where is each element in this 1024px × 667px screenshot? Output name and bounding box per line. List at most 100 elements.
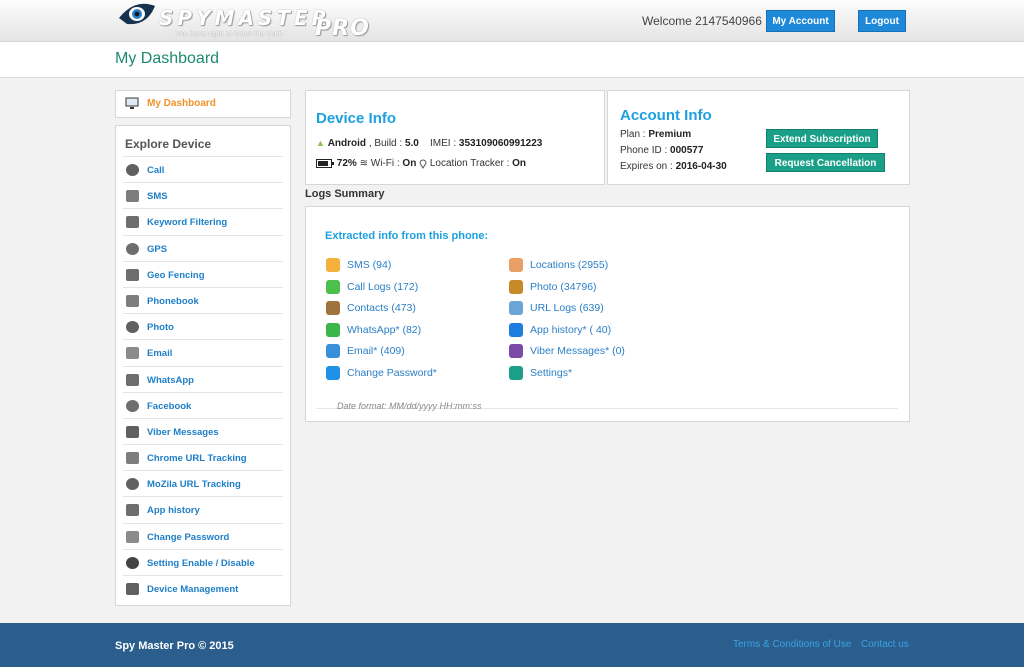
- expires-value: 2016-04-30: [675, 161, 727, 172]
- logo[interactable]: SPYMASTER PRO You have right to know the…: [115, 0, 369, 42]
- welcome-text: Welcome 2147540966: [642, 14, 762, 28]
- sidebar-dashboard-label: My Dashboard: [147, 98, 216, 109]
- lock-icon: [326, 366, 340, 380]
- wifi-icon: ≋: [359, 158, 368, 170]
- contact-link[interactable]: Contact us: [861, 639, 909, 650]
- terms-link[interactable]: Terms & Conditions of Use: [733, 639, 851, 650]
- whatsapp-icon: [126, 373, 139, 386]
- battery-icon: [316, 159, 334, 168]
- viber-icon: [126, 425, 139, 438]
- sidebar-item-call[interactable]: Call: [123, 156, 283, 182]
- extend-subscription-button[interactable]: Extend Subscription: [766, 129, 878, 148]
- phone-icon: [126, 164, 139, 176]
- sidebar-item-label: Chrome URL Tracking: [147, 453, 247, 465]
- sidebar-item-label: Viber Messages: [147, 426, 219, 438]
- firefox-icon: [126, 478, 139, 491]
- logo-tagline: You have right to know the truth: [175, 31, 283, 38]
- sms-icon: [326, 258, 340, 272]
- top-header: SPYMASTER PRO You have right to know the…: [0, 0, 1024, 42]
- log-link-label: Photo (34796): [530, 280, 597, 293]
- sidebar-item-label: Call: [147, 165, 165, 176]
- wifi-value: On: [402, 158, 417, 170]
- sidebar-item-label: Setting Enable / Disable: [147, 557, 255, 569]
- account-info-title: Account Info: [620, 107, 712, 124]
- photo-icon: [509, 279, 523, 294]
- imei-value: 353109060991223: [458, 138, 543, 149]
- log-link-label: SMS (94): [347, 259, 392, 271]
- sidebar-item-label: Geo Fencing: [147, 269, 205, 281]
- eye-logo-icon: [119, 3, 155, 25]
- extracted-info-heading: Extracted info from this phone:: [325, 230, 489, 242]
- sidebar-item-viber-messages[interactable]: Viber Messages: [123, 417, 283, 444]
- sidebar-item-geo-fencing[interactable]: Geo Fencing: [123, 260, 283, 287]
- sidebar-item-phonebook[interactable]: Phonebook: [123, 286, 283, 313]
- log-link-label: URL Logs (639): [530, 302, 604, 315]
- log-link-label: Contacts (473): [347, 302, 416, 315]
- email-icon: [326, 344, 340, 359]
- logo-pro: PRO: [315, 16, 370, 41]
- sidebar-item-label: Facebook: [147, 400, 192, 412]
- geofence-icon: [126, 268, 139, 281]
- sidebar-item-change-password[interactable]: Change Password: [123, 522, 283, 549]
- sidebar-item-device-management[interactable]: Device Management: [123, 575, 283, 601]
- sidebar-item-label: GPS: [147, 243, 168, 255]
- log-link-label: Call Logs (172): [347, 280, 419, 293]
- build-label: , Build :: [368, 138, 403, 149]
- gear-icon: [509, 366, 523, 380]
- sidebar-item-label: Device Management: [147, 584, 239, 595]
- my-account-button[interactable]: My Account: [766, 10, 835, 32]
- sidebar-item-my-dashboard[interactable]: My Dashboard: [115, 90, 291, 118]
- imei-label: IMEI :: [429, 138, 457, 149]
- sidebar-item-whatsapp[interactable]: WhatsApp: [123, 365, 283, 392]
- email-icon: [126, 347, 139, 360]
- log-link-label: Settings*: [530, 367, 573, 379]
- sidebar-item-label: Email: [147, 348, 173, 360]
- device-status-row: 72% ≋ Wi-Fi : On Location Tracker : On: [316, 158, 526, 169]
- sidebar-item-label: App history: [147, 505, 200, 517]
- logs-summary-content: Extracted info from this phone: Date for…: [316, 219, 898, 411]
- sidebar-item-label: Phonebook: [147, 295, 199, 307]
- dropbox-icon: [509, 322, 523, 337]
- sidebar-item-facebook[interactable]: Facebook: [123, 391, 283, 418]
- log-link-label: Email* (409): [347, 345, 405, 358]
- phone-id-label: Phone ID :: [620, 145, 668, 156]
- chrome-icon: [126, 452, 139, 465]
- sidebar-item-label: Keyword Filtering: [147, 217, 228, 229]
- gear-icon: [126, 556, 139, 569]
- log-link-label: App history* ( 40): [530, 323, 612, 336]
- device-info-title: Device Info: [316, 110, 397, 127]
- sidebar-item-chrome-url-tracking[interactable]: Chrome URL Tracking: [123, 444, 283, 470]
- sidebar-item-label: Photo: [147, 322, 174, 334]
- plan-label: Plan :: [620, 129, 646, 140]
- sidebar-item-photo[interactable]: Photo: [123, 313, 283, 339]
- logs-summary-title: Logs Summary: [305, 188, 385, 200]
- sidebar-item-label: SMS: [147, 191, 168, 203]
- sidebar-item-label: MoZila URL Tracking: [147, 479, 241, 491]
- device-icon: [126, 583, 139, 595]
- expires-label: Expires on :: [620, 161, 673, 172]
- device-build-row: ▲ Android , Build : 5.0 IMEI : 353109060…: [316, 138, 542, 149]
- sidebar-item-mozila-url-tracking[interactable]: MoZila URL Tracking: [123, 470, 283, 496]
- sidebar-item-setting-enable-disable[interactable]: Setting Enable / Disable: [123, 548, 283, 575]
- sidebar-item-app-history[interactable]: App history: [123, 496, 283, 522]
- request-cancellation-button[interactable]: Request Cancellation: [766, 153, 885, 172]
- map-pin-icon: [126, 242, 139, 255]
- sidebar-item-label: WhatsApp: [147, 374, 194, 386]
- sidebar-item-email[interactable]: Email: [123, 339, 283, 365]
- location-label: Location Tracker :: [429, 158, 510, 170]
- app-history-icon: [126, 504, 139, 517]
- keyword-icon: [126, 216, 139, 229]
- sidebar-list: Call SMS Keyword Filtering GPS Geo Fencing Ph…: [116, 156, 290, 601]
- battery-value: 72%: [336, 158, 357, 170]
- sidebar-item-keyword-filtering[interactable]: Keyword Filtering: [123, 208, 283, 234]
- plan-row: Plan : Premium: [620, 129, 691, 140]
- page-title: My Dashboard: [115, 50, 220, 67]
- sidebar-item-gps[interactable]: GPS: [123, 234, 283, 261]
- wifi-label: Wi-Fi :: [370, 158, 400, 170]
- call-log-icon: [326, 279, 340, 294]
- logout-button[interactable]: Logout: [858, 10, 906, 32]
- date-format-note: Date format: MM/dd/yyyy HH:mm:ss: [337, 401, 482, 411]
- account-info-panel: Account Info Plan : Premium Phone ID : 0…: [607, 90, 910, 185]
- sidebar-item-sms[interactable]: SMS: [123, 182, 283, 208]
- password-icon: [126, 530, 139, 543]
